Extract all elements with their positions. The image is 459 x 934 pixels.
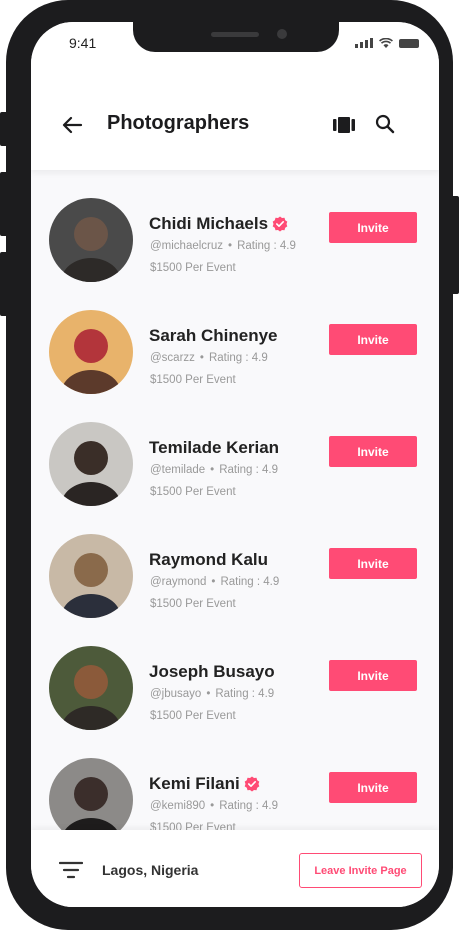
photographer-price: $1500 Per Event	[150, 598, 236, 610]
battery-icon	[399, 39, 419, 48]
notch	[133, 22, 339, 52]
name-row: Kemi Filani	[149, 774, 260, 794]
front-camera	[277, 29, 287, 39]
page-title: Photographers	[107, 112, 250, 134]
photographer-handle: @kemi890	[150, 800, 206, 812]
photographer-rating: Rating : 4.9	[215, 688, 275, 700]
status-time: 9:41	[69, 35, 97, 51]
photographer-price: $1500 Per Event	[150, 262, 236, 274]
meta-row: @kemi890 • Rating : 4.9	[150, 800, 278, 812]
list-item: Kemi Filani @kemi890 • Rating : 4.9 $1500 …	[31, 730, 439, 830]
photographer-handle: @scarzz	[150, 352, 195, 364]
name-row: Chidi Michaels	[149, 214, 288, 234]
photographer-name[interactable]: Chidi Michaels	[149, 214, 268, 234]
bottom-bar: Lagos, Nigeria Leave Invite Page	[31, 830, 439, 907]
photographer-rating: Rating : 4.9	[219, 464, 279, 476]
list-item: Temilade Kerian @temilade • Rating : 4.9 $…	[31, 394, 439, 506]
location-label: Lagos, Nigeria	[102, 862, 199, 878]
status-icons	[355, 38, 419, 48]
name-row: Sarah Chinenye	[149, 326, 278, 346]
photographer-price: $1500 Per Event	[150, 822, 236, 830]
avatar[interactable]	[49, 198, 133, 282]
separator-dot: •	[210, 464, 215, 476]
avatar[interactable]	[49, 646, 133, 730]
photographer-price: $1500 Per Event	[150, 710, 236, 722]
avatar[interactable]	[49, 422, 133, 506]
separator-dot: •	[211, 576, 216, 588]
invite-button[interactable]: Invite	[329, 660, 417, 691]
filter-icon[interactable]	[59, 860, 83, 880]
separator-dot: •	[210, 800, 215, 812]
avatar[interactable]	[49, 534, 133, 618]
meta-row: @jbusayo • Rating : 4.9	[150, 688, 274, 700]
avatar[interactable]	[49, 310, 133, 394]
photographer-rating: Rating : 4.9	[208, 352, 268, 364]
photographer-name[interactable]: Joseph Busayo	[149, 662, 275, 682]
photographer-name[interactable]: Kemi Filani	[149, 774, 240, 794]
header: Photographers	[31, 66, 439, 170]
back-arrow-icon[interactable]	[61, 114, 83, 136]
meta-row: @michaelcruz • Rating : 4.9	[150, 240, 296, 252]
invite-button[interactable]: Invite	[329, 548, 417, 579]
photographer-handle: @raymond	[150, 576, 207, 588]
list-item: Raymond Kalu @raymond • Rating : 4.9 $1500…	[31, 506, 439, 618]
photographer-rating: Rating : 4.9	[237, 240, 296, 252]
verified-badge-icon	[272, 216, 288, 232]
separator-dot: •	[206, 688, 211, 700]
speaker	[211, 32, 259, 37]
photographer-rating: Rating : 4.9	[219, 800, 279, 812]
photographer-price: $1500 Per Event	[150, 374, 236, 386]
photographer-name[interactable]: Temilade Kerian	[149, 438, 279, 458]
photographer-handle: @temilade	[150, 464, 206, 476]
separator-dot: •	[199, 352, 204, 364]
invite-button[interactable]: Invite	[329, 212, 417, 243]
invite-button[interactable]: Invite	[329, 436, 417, 467]
avatar[interactable]	[49, 758, 133, 830]
list-item: Joseph Busayo @jbusayo • Rating : 4.9 $150…	[31, 618, 439, 730]
list-item: Chidi Michaels @michaelcruz • Rating : 4.9…	[31, 170, 439, 282]
phone-frame: 9:41 Photographers Chidi Michaels @micha…	[6, 0, 453, 930]
photographer-price: $1500 Per Event	[150, 486, 236, 498]
invite-button[interactable]: Invite	[329, 772, 417, 803]
name-row: Temilade Kerian	[149, 438, 279, 458]
meta-row: @scarzz • Rating : 4.9	[150, 352, 268, 364]
signal-icon	[355, 38, 373, 48]
name-row: Raymond Kalu	[149, 550, 268, 570]
photographer-name[interactable]: Sarah Chinenye	[149, 326, 278, 346]
carousel-view-icon[interactable]	[333, 116, 355, 134]
search-icon[interactable]	[375, 114, 395, 134]
photographer-handle: @jbusayo	[150, 688, 202, 700]
separator-dot: •	[228, 240, 233, 252]
photographer-list: Chidi Michaels @michaelcruz • Rating : 4.9…	[31, 170, 439, 830]
meta-row: @raymond • Rating : 4.9	[150, 576, 279, 588]
photographer-rating: Rating : 4.9	[220, 576, 280, 588]
list-item: Sarah Chinenye @scarzz • Rating : 4.9 $150…	[31, 282, 439, 394]
name-row: Joseph Busayo	[149, 662, 275, 682]
wifi-icon	[379, 38, 393, 48]
invite-button[interactable]: Invite	[329, 324, 417, 355]
leave-invite-page-button[interactable]: Leave Invite Page	[299, 853, 422, 888]
screen: 9:41 Photographers Chidi Michaels @micha…	[31, 22, 439, 907]
meta-row: @temilade • Rating : 4.9	[150, 464, 278, 476]
verified-badge-icon	[244, 776, 259, 792]
photographer-handle: @michaelcruz	[150, 240, 224, 252]
photographer-name[interactable]: Raymond Kalu	[149, 550, 268, 570]
